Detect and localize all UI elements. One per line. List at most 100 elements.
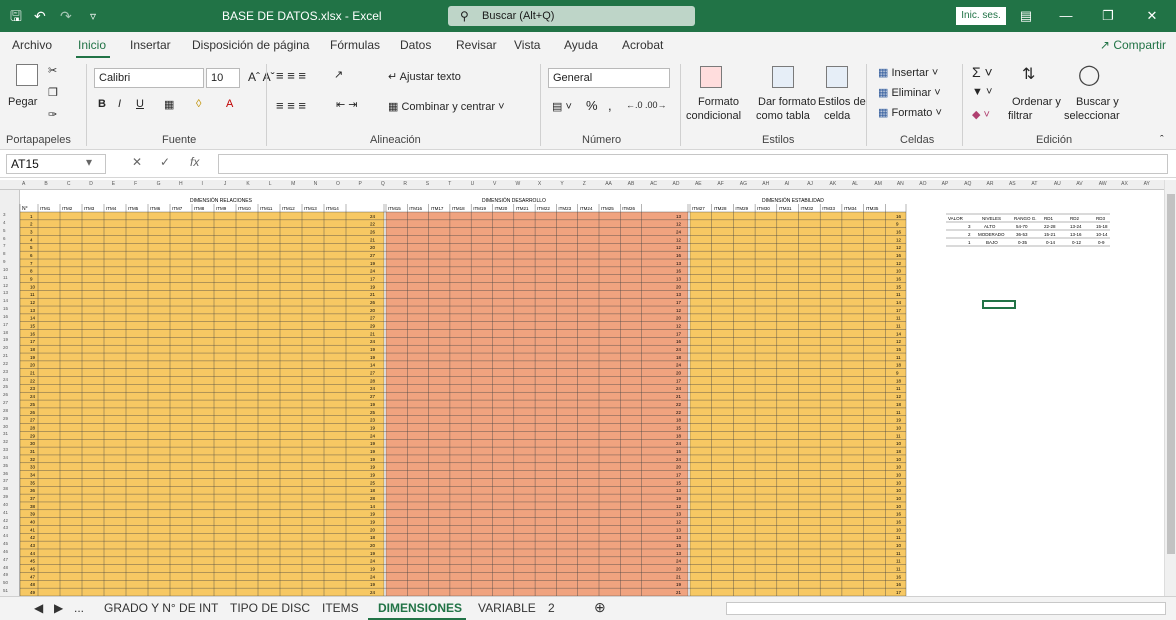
separator [866, 64, 867, 146]
row-number: 23 [30, 386, 36, 391]
enter-icon[interactable]: ✓ [160, 155, 170, 169]
collapse-ribbon-icon[interactable]: ˆ [1160, 134, 1164, 146]
orientation-icon[interactable]: ↗ [334, 68, 343, 81]
cancel-icon[interactable]: ✕ [132, 155, 142, 169]
search-box[interactable]: ⚲ Buscar (Alt+Q) [448, 6, 695, 26]
horizontal-scrollbar[interactable] [726, 602, 1166, 615]
menu-revisar[interactable]: Revisar [456, 38, 497, 52]
vertical-scrollbar[interactable] [1164, 180, 1176, 596]
underline-icon[interactable]: U [136, 98, 144, 110]
formula-input[interactable] [218, 154, 1168, 174]
tab-dimensiones[interactable]: DIMENSIONES [378, 601, 462, 615]
font-color-icon[interactable]: A [226, 98, 233, 110]
format-painter-icon[interactable]: ✑ [48, 108, 57, 121]
conditional-format-label-1[interactable]: Formato [698, 96, 739, 108]
tab-2[interactable]: 2 [548, 601, 555, 615]
cell-styles-label-2[interactable]: celda [824, 110, 850, 122]
menu-archivo[interactable]: Archivo [12, 38, 52, 52]
percent-icon[interactable]: % [586, 98, 598, 113]
bold-icon[interactable]: B [98, 98, 106, 110]
font-name-select[interactable]: Calibri [94, 68, 204, 88]
autosum-icon[interactable]: Σ ˅ [972, 64, 993, 80]
minimize-icon[interactable]: — [1046, 0, 1086, 32]
selected-cell[interactable] [982, 300, 1016, 309]
more-sheets[interactable]: ... [74, 601, 84, 615]
close-icon[interactable]: ✕ [1132, 0, 1172, 32]
redo-icon[interactable]: ↷ [60, 0, 72, 32]
undo-icon[interactable]: ↶ [34, 0, 46, 32]
sort-filter-label-2[interactable]: filtrar [1008, 110, 1032, 122]
fill-color-icon[interactable]: ◊ [196, 98, 201, 110]
menu-datos[interactable]: Datos [400, 38, 431, 52]
row-number: 12 [30, 300, 36, 305]
desarrollo-total: 19 [676, 582, 682, 587]
sort-filter-label-1[interactable]: Ordenar y [1012, 96, 1061, 108]
conditional-format-icon[interactable] [700, 66, 722, 88]
menu-disposicion[interactable]: Disposición de página [192, 38, 309, 52]
number-format-select[interactable]: General [548, 68, 670, 88]
align-left-icon[interactable]: ≡ ≡ ≡ [276, 98, 306, 113]
find-select-label-1[interactable]: Buscar y [1076, 96, 1119, 108]
indent-icon[interactable]: ⇤ ⇥ [336, 98, 358, 111]
next-sheet-icon[interactable]: ▶ [54, 601, 63, 615]
item-header: ITM7 [172, 206, 183, 211]
clear-icon[interactable]: ◆ ˅ [972, 108, 990, 121]
conditional-format-label-2[interactable]: condicional [686, 110, 741, 122]
fill-icon[interactable]: ▼ ˅ [972, 86, 992, 98]
grow-font-icon[interactable]: Aˆ Aˇ [248, 70, 275, 84]
share-button[interactable]: ↗ Compartir [1100, 38, 1166, 52]
merge-center-button[interactable]: ▦ Combinar y centrar ˅ [388, 100, 505, 113]
worksheet-grid[interactable]: A B C D E F G H I J K L M N O P Q R S T U V W X Y Z AA AB AC AD AE AF AG… [0, 180, 1164, 596]
copy-icon[interactable]: ❐ [48, 86, 58, 99]
customize-quick-access-icon[interactable]: ▿ [90, 0, 96, 32]
item-header: ITM33 [822, 206, 835, 211]
menu-insertar[interactable]: Insertar [130, 38, 171, 52]
tab-items[interactable]: ITEMS [322, 601, 359, 615]
font-size-select[interactable]: 10 [206, 68, 240, 88]
name-box-dropdown-icon[interactable]: ▾ [86, 155, 92, 169]
restore-icon[interactable]: ❐ [1088, 0, 1128, 32]
menu-vista[interactable]: Vista [514, 38, 540, 52]
menu-inicio[interactable]: Inicio [78, 38, 106, 52]
menu-formulas[interactable]: Fórmulas [330, 38, 380, 52]
format-table-icon[interactable] [772, 66, 794, 88]
menu-ayuda[interactable]: Ayuda [564, 38, 598, 52]
comma-icon[interactable]: , [608, 98, 612, 113]
format-table-label-1[interactable]: Dar formato [758, 96, 816, 108]
find-select-label-2[interactable]: seleccionar [1064, 110, 1120, 122]
borders-icon[interactable]: ▦ [164, 98, 174, 111]
save-icon[interactable]: 🖫 [10, 0, 22, 32]
paste-label[interactable]: Pegar [8, 96, 37, 108]
tab-variable[interactable]: VARIABLE [478, 601, 536, 615]
align-top-icon[interactable]: ≡ ≡ ≡ [276, 68, 306, 83]
item-header: ITM25 [601, 206, 614, 211]
prev-sheet-icon[interactable]: ◀ [34, 601, 43, 615]
menu-acrobat[interactable]: Acrobat [622, 38, 663, 52]
row-number: 27 [30, 418, 36, 423]
row-number: 37 [30, 496, 36, 501]
paste-icon[interactable] [16, 64, 38, 86]
tab-tipo-disc[interactable]: TIPO DE DISC [230, 601, 310, 615]
delete-cells-button[interactable]: ▦ Eliminar ˅ [878, 86, 941, 99]
desarrollo-total: 12 [676, 504, 682, 509]
wrap-text-button[interactable]: ↵ Ajustar texto [388, 70, 461, 83]
decimal-icon[interactable]: ←.0 .00→ [626, 100, 667, 110]
ribbon-display-icon[interactable]: ▤ [1006, 0, 1046, 32]
cell-styles-icon[interactable] [826, 66, 848, 88]
cell-styles-label-1[interactable]: Estilos de [818, 96, 866, 108]
tab-grado[interactable]: GRADO Y N° DE INT [104, 601, 218, 615]
format-cells-button[interactable]: ▦ Formato ˅ [878, 106, 942, 119]
vertical-scroll-thumb[interactable] [1167, 194, 1175, 554]
estabilidad-total: 11 [896, 559, 901, 564]
cut-icon[interactable]: ✂ [48, 64, 57, 77]
insert-function-icon[interactable]: fx [190, 155, 199, 169]
insert-cells-button[interactable]: ▦ Insertar ˅ [878, 66, 938, 79]
find-icon[interactable]: ◯ [1078, 62, 1100, 87]
sign-in-button[interactable]: Inic. ses. [956, 7, 1006, 25]
accounting-icon[interactable]: ▤ ˅ [552, 100, 572, 113]
sort-filter-icon[interactable]: ⇅ [1022, 64, 1035, 84]
format-table-label-2[interactable]: como tabla [756, 110, 810, 122]
italic-icon[interactable]: I [118, 98, 121, 110]
estabilidad-total: 10 [896, 543, 902, 548]
add-sheet-icon[interactable]: ⊕ [594, 599, 606, 616]
